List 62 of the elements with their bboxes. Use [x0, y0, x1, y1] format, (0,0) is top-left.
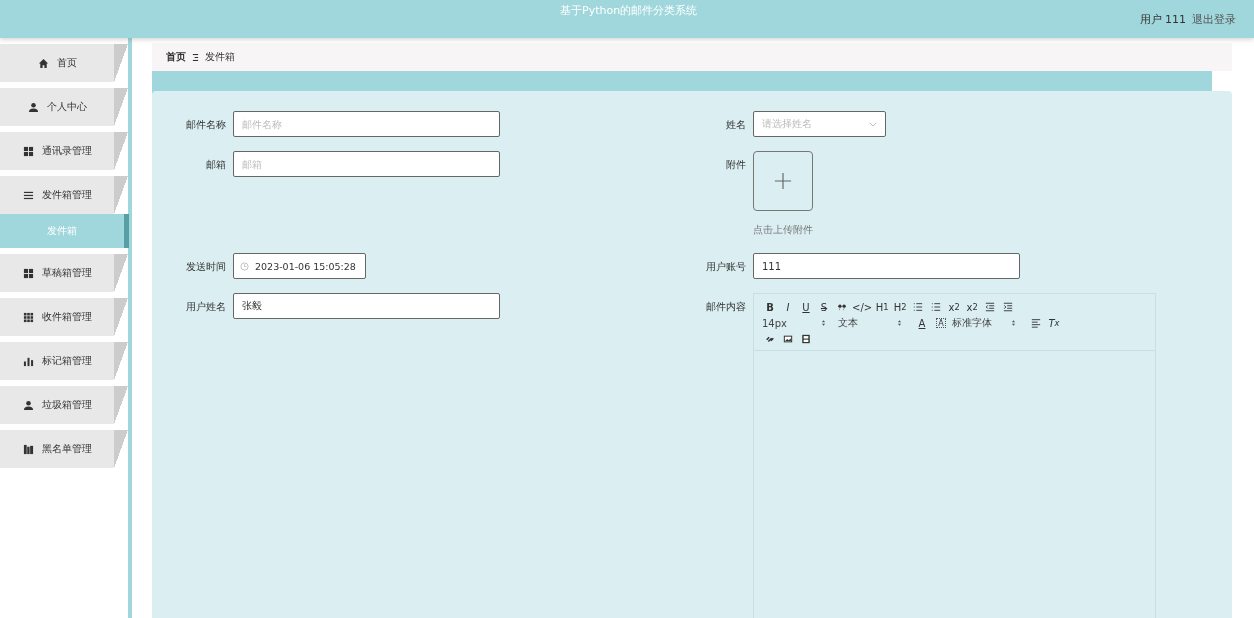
grid-icon [22, 267, 34, 279]
sidebar-item[interactable]: 标记箱管理 [0, 342, 128, 380]
format-button[interactable]: </> [852, 300, 873, 314]
editor-picker[interactable]: 标准字体 [952, 316, 1016, 330]
field-label: 邮件名称 [185, 118, 226, 132]
outdent-icon [985, 302, 996, 312]
sidebar-item[interactable]: 黑名单管理 [0, 430, 128, 468]
send-time-field[interactable]: 2023-01-06 15:05:28 [233, 253, 366, 279]
field-label: 邮件内容 [705, 300, 746, 314]
home-icon [37, 57, 49, 69]
sidebar-item[interactable]: 发件箱管理 [0, 176, 128, 214]
list-icon [22, 189, 34, 201]
bullet-list-icon [931, 302, 942, 312]
sidebar-item[interactable]: 个人中心 [0, 88, 128, 126]
indent-icon [1003, 302, 1014, 312]
logout-link[interactable]: 退出登录 [1192, 11, 1236, 27]
up-down-arrows-icon [821, 319, 826, 327]
format-button[interactable]: A [914, 316, 930, 330]
user-icon [22, 399, 34, 411]
format-button[interactable]: U [798, 300, 814, 314]
sidebar-item[interactable]: 通讯录管理 [0, 132, 128, 170]
align-icon [1031, 318, 1041, 328]
field-label: 姓名 [725, 118, 746, 132]
editor-picker[interactable]: 文本 [838, 316, 902, 330]
dots-grid-icon [22, 311, 34, 323]
user-icon [27, 101, 39, 113]
breadcrumb-link[interactable]: 首页 [166, 50, 186, 64]
user-label: 用户 111 [1139, 11, 1186, 27]
ordered-list-icon [913, 302, 924, 312]
book-icon [22, 443, 34, 455]
field-label: 发送时间 [185, 260, 226, 274]
sidebar-item[interactable]: 草稿箱管理 [0, 254, 128, 292]
separator-icon [192, 52, 199, 62]
bar-chart-icon [22, 355, 34, 367]
format-button[interactable]: S [816, 300, 832, 314]
up-down-arrows-icon [897, 319, 902, 327]
grid-icon [22, 145, 34, 157]
upload-hint: 点击上传附件 [753, 223, 813, 237]
clock-icon [240, 261, 249, 271]
plus-icon [774, 172, 792, 190]
app-title: 基于Python的邮件分类系统 [560, 2, 698, 18]
field-label: 邮箱 [205, 158, 226, 172]
format-button[interactable]: I [780, 300, 796, 314]
sidebar-item[interactable]: 首页 [0, 44, 128, 82]
sidebar-item[interactable]: 收件箱管理 [0, 298, 128, 336]
upload-button[interactable] [753, 151, 813, 211]
account-field[interactable]: 111 [753, 253, 1020, 279]
chevron-down-icon [869, 121, 877, 127]
field-label: 用户账号 [705, 260, 746, 274]
field-label: 用户姓名 [185, 300, 226, 314]
link-icon [765, 334, 775, 344]
image-icon [783, 334, 793, 344]
video-icon [801, 334, 811, 344]
editor-picker[interactable]: 14px [762, 316, 826, 330]
format-button[interactable]: B [762, 300, 778, 314]
user-name-field[interactable]: 张毅 [233, 293, 500, 319]
quote-icon [837, 302, 847, 312]
breadcrumb-link[interactable]: 发件箱 [205, 50, 235, 64]
field-label: 附件 [725, 158, 746, 172]
up-down-arrows-icon [1011, 319, 1016, 327]
sidebar-item[interactable]: 垃圾箱管理 [0, 386, 128, 424]
format-button[interactable]: A [936, 318, 946, 328]
